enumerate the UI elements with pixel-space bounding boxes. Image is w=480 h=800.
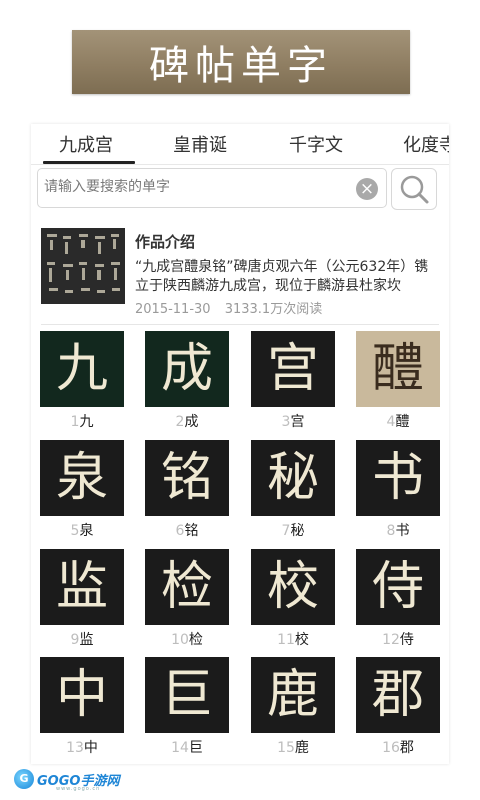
character-item[interactable]: 书 8书 <box>356 440 440 540</box>
character-caption: 5泉 <box>40 520 124 540</box>
tab-huangfudan[interactable]: 皇甫诞 <box>173 131 227 157</box>
watermark-site: www.gogo.cn <box>56 786 101 792</box>
character-item[interactable]: 郡 16郡 <box>356 657 440 757</box>
character-caption: 6铭 <box>145 520 229 540</box>
character-item[interactable]: 校 11校 <box>251 549 335 649</box>
character-item[interactable]: 宫 3宫 <box>251 331 335 431</box>
character-number: 13 <box>66 740 84 756</box>
character-image[interactable]: 醴 <box>356 331 440 407</box>
character-image[interactable]: 监 <box>40 549 124 625</box>
banner-title: 碑帖单字 <box>149 43 333 89</box>
gogo-logo-icon: G <box>14 769 34 789</box>
intro-title: 作品介绍 <box>135 233 196 251</box>
character-image[interactable]: 泉 <box>40 440 124 516</box>
character-label: 秘 <box>290 523 305 539</box>
tab-jiuchenggong[interactable]: 九成宫 <box>59 131 113 157</box>
content-panel: 九成宫 皇甫诞 千字文 化度寺 × <box>31 124 449 764</box>
character-image[interactable]: 校 <box>251 549 335 625</box>
site-watermark: G GOGO手游网 www.gogo.cn <box>14 768 119 792</box>
character-caption: 9监 <box>40 629 124 649</box>
character-label: 醴 <box>395 414 410 430</box>
character-label: 中 <box>83 740 98 756</box>
character-image[interactable]: 郡 <box>356 657 440 733</box>
character-image[interactable]: 铭 <box>145 440 229 516</box>
character-item[interactable]: 巨 14巨 <box>145 657 229 757</box>
section-divider <box>41 324 439 325</box>
character-label: 巨 <box>188 740 203 756</box>
character-caption: 7秘 <box>251 520 335 540</box>
character-label: 书 <box>395 523 410 539</box>
character-image[interactable]: 秘 <box>251 440 335 516</box>
character-item[interactable]: 中 13中 <box>40 657 124 757</box>
active-tab-indicator <box>43 161 135 164</box>
character-image[interactable]: 鹿 <box>251 657 335 733</box>
character-image[interactable]: 书 <box>356 440 440 516</box>
character-number: 15 <box>277 740 295 756</box>
work-intro-card[interactable]: 作品介绍 “九成宫醴泉铭”碑唐贞观六年（公元632年）镌立于陕西麟游九成宫，现位… <box>31 218 449 318</box>
character-image[interactable]: 侍 <box>356 549 440 625</box>
character-label: 宫 <box>290 414 305 430</box>
character-label: 泉 <box>79 523 94 539</box>
character-item[interactable]: 醴 4醴 <box>356 331 440 431</box>
character-number: 11 <box>277 632 295 648</box>
character-number: 12 <box>382 632 400 648</box>
search-box: × <box>37 168 387 208</box>
character-label: 监 <box>79 632 94 648</box>
character-item[interactable]: 秘 7秘 <box>251 440 335 540</box>
publish-date: 2015-11-30 <box>135 302 211 317</box>
character-label: 校 <box>294 632 309 648</box>
character-label: 郡 <box>399 740 414 756</box>
character-image[interactable]: 成 <box>145 331 229 407</box>
character-item[interactable]: 九 1九 <box>40 331 124 431</box>
character-label: 鹿 <box>294 740 309 756</box>
character-item[interactable]: 检 10检 <box>145 549 229 649</box>
character-caption: 1九 <box>40 411 124 431</box>
tab-qianziwen[interactable]: 千字文 <box>289 131 343 157</box>
character-label: 成 <box>184 414 199 430</box>
character-item[interactable]: 鹿 15鹿 <box>251 657 335 757</box>
character-item[interactable]: 泉 5泉 <box>40 440 124 540</box>
search-icon <box>400 175 429 204</box>
character-image[interactable]: 九 <box>40 331 124 407</box>
character-caption: 3宫 <box>251 411 335 431</box>
tab-huadusi[interactable]: 化度寺 <box>403 131 449 157</box>
character-image[interactable]: 检 <box>145 549 229 625</box>
character-label: 铭 <box>184 523 199 539</box>
character-caption: 14巨 <box>145 737 229 757</box>
character-label: 检 <box>188 632 203 648</box>
search-input[interactable] <box>44 169 344 205</box>
character-caption: 16郡 <box>356 737 440 757</box>
character-number: 10 <box>171 632 189 648</box>
character-image[interactable]: 巨 <box>145 657 229 733</box>
read-count: 3133.1万次阅读 <box>224 302 323 317</box>
character-caption: 11校 <box>251 629 335 649</box>
character-number: 14 <box>171 740 189 756</box>
tab-bar: 九成宫 皇甫诞 千字文 化度寺 <box>31 124 449 165</box>
app-banner: 碑帖单字 <box>72 30 410 94</box>
character-caption: 4醴 <box>356 411 440 431</box>
character-item[interactable]: 铭 6铭 <box>145 440 229 540</box>
intro-meta: 2015-11-30 3133.1万次阅读 <box>135 298 332 317</box>
character-number: 16 <box>382 740 400 756</box>
search-button[interactable] <box>391 168 437 210</box>
character-caption: 13中 <box>40 737 124 757</box>
character-item[interactable]: 侍 12侍 <box>356 549 440 649</box>
character-caption: 2成 <box>145 411 229 431</box>
character-caption: 15鹿 <box>251 737 335 757</box>
intro-description: “九成宫醴泉铭”碑唐贞观六年（公元632年）镌立于陕西麟游九成宫，现位于麟游县杜… <box>135 259 429 294</box>
character-image[interactable]: 中 <box>40 657 124 733</box>
character-caption: 12侍 <box>356 629 440 649</box>
character-label: 九 <box>79 414 94 430</box>
character-image[interactable]: 宫 <box>251 331 335 407</box>
clear-icon[interactable]: × <box>356 178 378 200</box>
character-item[interactable]: 成 2成 <box>145 331 229 431</box>
character-label: 侍 <box>399 632 414 648</box>
character-caption: 8书 <box>356 520 440 540</box>
rubbing-thumbnail <box>41 228 125 304</box>
character-item[interactable]: 监 9监 <box>40 549 124 649</box>
character-caption: 10检 <box>145 629 229 649</box>
